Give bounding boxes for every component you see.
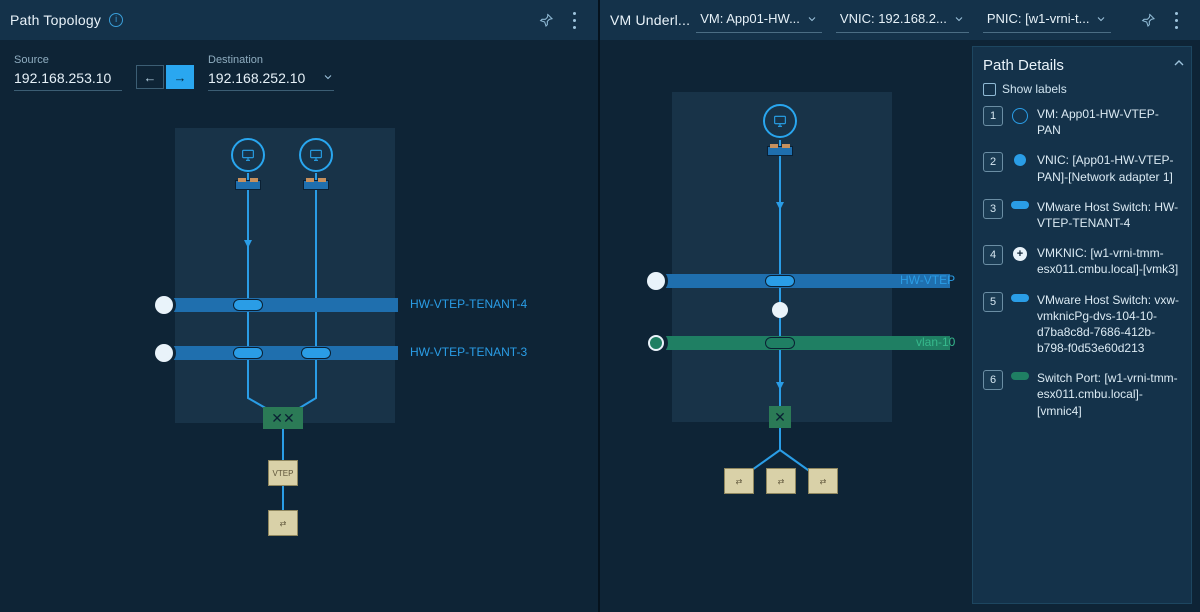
path-step[interactable]: 5 VMware Host Switch: vxw-vmknicPg-dvs-10… bbox=[983, 292, 1181, 357]
source-field[interactable]: 192.168.253.10 bbox=[14, 70, 122, 91]
switch-pill-icon bbox=[233, 299, 263, 311]
tenant3-bar[interactable] bbox=[172, 346, 398, 360]
show-labels-checkbox[interactable]: Show labels bbox=[983, 82, 1181, 96]
step-text: Switch Port: [w1-vrni-tmm-esx011.cmbu.lo… bbox=[1037, 370, 1181, 419]
info-icon[interactable]: i bbox=[109, 13, 123, 27]
dest-field[interactable]: 192.168.252.10 bbox=[208, 70, 334, 91]
step-type-icon: + bbox=[1011, 245, 1029, 277]
nic-icon[interactable] bbox=[767, 146, 793, 156]
router-box-icon[interactable]: ⇄ bbox=[808, 468, 838, 494]
hw-vtep-label: HW-VTEP bbox=[900, 273, 955, 287]
step-number: 6 bbox=[983, 370, 1003, 390]
source-label: Source bbox=[14, 54, 122, 66]
shade-box bbox=[672, 92, 892, 422]
vnic-dropdown-value: VNIC: 192.168.2... bbox=[840, 11, 947, 26]
switch-pill-icon bbox=[301, 347, 331, 359]
right-canvas[interactable]: HW-VTEP vlan-10 ✕ ⇄ ⇄ ⇄ bbox=[600, 40, 968, 612]
source-value: 192.168.253.10 bbox=[14, 70, 122, 86]
vtep-box-icon[interactable]: VTEP bbox=[268, 460, 298, 486]
path-step[interactable]: 4 +VMKNIC: [w1-vrni-tmm-esx011.cmbu.local… bbox=[983, 245, 1181, 277]
step-type-icon bbox=[1011, 106, 1029, 138]
hw-vtep-cap-icon bbox=[644, 269, 668, 293]
shade-box bbox=[175, 128, 395, 423]
pin-button[interactable] bbox=[1134, 6, 1162, 34]
step-number: 3 bbox=[983, 199, 1003, 219]
left-canvas[interactable]: HW-VTEP-TENANT-4 HW-VTEP-TENANT-3 ✕✕ VTE… bbox=[0, 98, 598, 612]
vmknic-icon[interactable] bbox=[772, 302, 788, 318]
swap-left-button[interactable]: ← bbox=[136, 65, 164, 89]
chevron-down-icon bbox=[806, 13, 818, 25]
pnic-dropdown-value: PNIC: [w1-vrni-t... bbox=[987, 11, 1090, 26]
left-title: Path Topology bbox=[10, 12, 101, 28]
step-text: VNIC: [App01-HW-VTEP-PAN]-[Network adapt… bbox=[1037, 152, 1181, 184]
swap-right-button[interactable]: → bbox=[166, 65, 194, 89]
fabric-icon[interactable]: ✕ bbox=[769, 406, 791, 428]
pin-button[interactable] bbox=[532, 6, 560, 34]
vm-dest-icon[interactable] bbox=[299, 138, 333, 172]
router-box-icon[interactable]: ⇄ bbox=[268, 510, 298, 536]
chevron-down-icon bbox=[1095, 13, 1107, 25]
router-box-icon[interactable]: ⇄ bbox=[724, 468, 754, 494]
step-text: VM: App01-HW-VTEP-PAN bbox=[1037, 106, 1181, 138]
right-title: VM Underl... bbox=[610, 12, 690, 28]
step-text: VMware Host Switch: vxw-vmknicPg-dvs-104… bbox=[1037, 292, 1181, 357]
nic-dest-icon[interactable] bbox=[303, 180, 329, 190]
kebab-button[interactable] bbox=[1162, 6, 1190, 34]
step-type-icon bbox=[1011, 292, 1029, 357]
step-number: 1 bbox=[983, 106, 1003, 126]
step-type-icon bbox=[1011, 199, 1029, 231]
switch-pill-icon bbox=[765, 337, 795, 349]
path-details-panel: Path Details Show labels 1 VM: App01-HW-V… bbox=[972, 46, 1192, 604]
vm-source-icon[interactable] bbox=[231, 138, 265, 172]
dest-label: Destination bbox=[208, 54, 334, 66]
fabric-icon[interactable]: ✕✕ bbox=[263, 407, 303, 429]
router-box-icon[interactable]: ⇄ bbox=[766, 468, 796, 494]
tenant4-bar[interactable] bbox=[172, 298, 398, 312]
path-step[interactable]: 6 Switch Port: [w1-vrni-tmm-esx011.cmbu.l… bbox=[983, 370, 1181, 419]
kebab-button[interactable] bbox=[560, 6, 588, 34]
vm-dropdown-value: VM: App01-HW... bbox=[700, 11, 800, 26]
step-number: 4 bbox=[983, 245, 1003, 265]
step-text: VMKNIC: [w1-vrni-tmm-esx011.cmbu.local]-… bbox=[1037, 245, 1181, 277]
switch-pill-icon bbox=[765, 275, 795, 287]
step-number: 2 bbox=[983, 152, 1003, 172]
step-type-icon bbox=[1011, 370, 1029, 419]
tenant3-cap-icon bbox=[152, 341, 176, 365]
step-type-icon bbox=[1011, 152, 1029, 184]
vlan-bar[interactable] bbox=[662, 336, 950, 350]
path-details-title: Path Details bbox=[983, 57, 1181, 74]
vm-dropdown[interactable]: VM: App01-HW... bbox=[696, 7, 822, 33]
tenant4-label: HW-VTEP-TENANT-4 bbox=[410, 297, 527, 311]
chevron-down-icon bbox=[953, 13, 965, 25]
path-step[interactable]: 2 VNIC: [App01-HW-VTEP-PAN]-[Network adap… bbox=[983, 152, 1181, 184]
dest-value: 192.168.252.10 bbox=[208, 70, 316, 86]
vlan-cap-icon bbox=[644, 331, 668, 355]
collapse-icon[interactable] bbox=[1171, 55, 1183, 67]
tenant3-label: HW-VTEP-TENANT-3 bbox=[410, 345, 527, 359]
switch-pill-icon bbox=[233, 347, 263, 359]
checkbox-icon bbox=[983, 83, 996, 96]
step-text: VMware Host Switch: HW-VTEP-TENANT-4 bbox=[1037, 199, 1181, 231]
chevron-down-icon bbox=[322, 71, 334, 86]
nic-source-icon[interactable] bbox=[235, 180, 261, 190]
path-step[interactable]: 1 VM: App01-HW-VTEP-PAN bbox=[983, 106, 1181, 138]
vm-icon[interactable] bbox=[763, 104, 797, 138]
step-number: 5 bbox=[983, 292, 1003, 312]
show-labels-text: Show labels bbox=[1002, 82, 1067, 96]
pnic-dropdown[interactable]: PNIC: [w1-vrni-t... bbox=[983, 7, 1112, 33]
tenant4-cap-icon bbox=[152, 293, 176, 317]
vlan-label: vlan-10 bbox=[916, 335, 955, 349]
path-step[interactable]: 3 VMware Host Switch: HW-VTEP-TENANT-4 bbox=[983, 199, 1181, 231]
vnic-dropdown[interactable]: VNIC: 192.168.2... bbox=[836, 7, 969, 33]
